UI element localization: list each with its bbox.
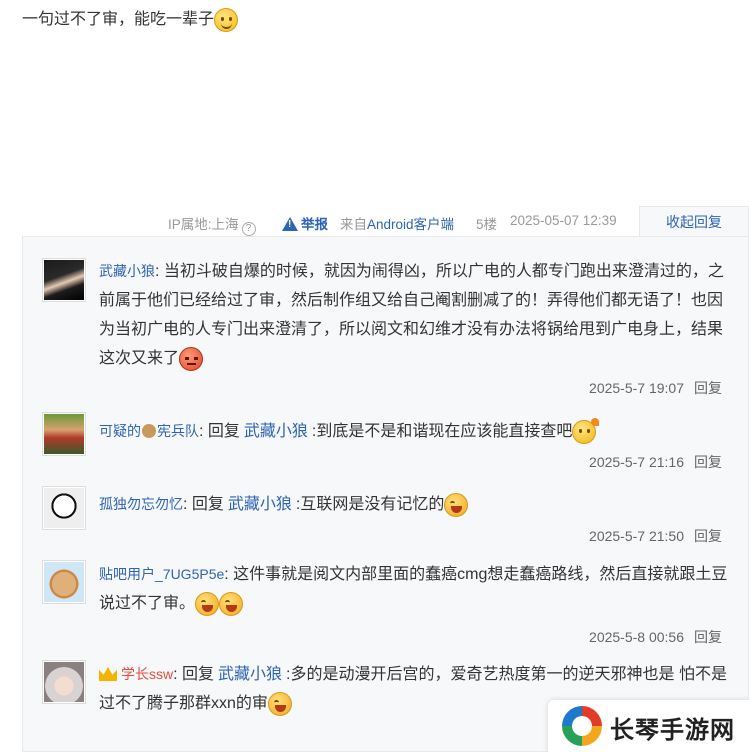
reply-button[interactable]: 回复 xyxy=(694,528,722,544)
post-text: 一句过不了审，能吃一辈子 xyxy=(22,11,215,29)
reply-text-block: 贴吧用户_7UG5P5e: 这件事就是阅文内部里面的蠢癌cmg想走蠢癌路线，然后… xyxy=(99,560,729,618)
post-content: 一句过不了审，能吃一辈子 xyxy=(22,8,239,32)
reply-time: 2025-5-8 00:56 xyxy=(589,629,684,645)
reply-target-link[interactable]: 武藏小狼 xyxy=(218,666,282,683)
reply-text-block: 武藏小狼: 当初斗破自爆的时候，就因为闹得凶，所以广电的人都专门跑出来澄清过的，… xyxy=(99,257,729,373)
thinking-emoji-icon xyxy=(572,417,600,444)
reply-button[interactable]: 回复 xyxy=(694,380,722,396)
laugh-emoji-icon xyxy=(195,591,220,616)
username-part: 可疑的 xyxy=(99,423,141,439)
reply-time-row: 2025-5-7 21:50 回复 xyxy=(589,526,722,546)
avatar[interactable] xyxy=(42,412,86,456)
reply-time-row: 2025-5-7 19:07 回复 xyxy=(589,378,722,398)
avatar[interactable] xyxy=(42,660,86,704)
reply-time-row: 2025-5-8 00:56 回复 xyxy=(589,627,722,647)
reply-keyword: 回复 xyxy=(191,496,224,513)
angry-emoji-icon xyxy=(179,346,204,371)
laugh-emoji-icon xyxy=(219,591,244,616)
report-link[interactable]: 举报 xyxy=(282,213,328,233)
collapse-replies-button[interactable]: 收起回复 xyxy=(639,206,749,238)
laugh-emoji-icon xyxy=(444,492,469,517)
vip-crown-icon xyxy=(99,667,117,681)
username-part: 宪兵队 xyxy=(157,423,199,439)
dog-icon xyxy=(142,424,156,438)
reply-keyword: 回复 xyxy=(207,423,240,440)
username-link[interactable]: 武藏小狼 xyxy=(99,263,155,279)
post-datetime: 2025-05-07 12:39 xyxy=(510,213,617,228)
reply-time: 2025-5-7 19:07 xyxy=(589,380,684,396)
ip-location-text: IP属地:上海 xyxy=(168,217,239,232)
username-link[interactable]: 学长ssw xyxy=(121,666,173,682)
avatar[interactable] xyxy=(42,258,86,302)
reply-text: :互联网是没有记忆的 xyxy=(295,496,445,513)
reply-button[interactable]: 回复 xyxy=(694,454,722,470)
username-link[interactable]: 贴吧用户_7UG5P5e xyxy=(99,566,224,582)
floor-number: 5楼 xyxy=(476,217,498,232)
android-client-link[interactable]: Android客户端 xyxy=(367,217,454,232)
help-icon[interactable]: ? xyxy=(241,222,256,236)
reply-text-block: 孤独勿忘勿忆: 回复 武藏小狼:互联网是没有记忆的 xyxy=(99,490,729,519)
avatar[interactable] xyxy=(42,560,86,604)
reply-time: 2025-5-7 21:16 xyxy=(589,454,684,470)
warning-icon xyxy=(282,217,298,231)
reply-time: 2025-5-7 21:50 xyxy=(589,528,684,544)
reply-button[interactable]: 回复 xyxy=(694,629,722,645)
post-meta-bar: IP属地:上海? 举报 来自Android客户端 5楼 2025-05-07 1… xyxy=(0,206,749,238)
reply-text-block: 可疑的 宪兵队: 回复 武藏小狼:到底是不是和谐现在应该能直接查吧 xyxy=(99,417,729,446)
reply-keyword: 回复 xyxy=(182,666,215,683)
reply-time-row: 2025-5-7 21:16 回复 xyxy=(589,452,722,472)
watermark: 长琴手游网 xyxy=(548,700,749,752)
avatar[interactable] xyxy=(42,486,86,530)
smile-emoji-icon xyxy=(214,8,239,32)
username-link[interactable]: 孤独勿忘勿忆 xyxy=(99,496,183,512)
laugh-emoji-icon xyxy=(267,691,292,716)
reply-target-link[interactable]: 武藏小狼 xyxy=(244,423,308,440)
ip-location: IP属地:上海? xyxy=(168,213,256,236)
username-link[interactable]: 可疑的 宪兵队 xyxy=(99,423,199,439)
site-logo-icon xyxy=(562,706,602,746)
watermark-text: 长琴手游网 xyxy=(610,717,735,744)
reply-list: 武藏小狼: 当初斗破自爆的时候，就因为闹得凶，所以广电的人都专门跑出来澄清过的，… xyxy=(22,236,749,752)
report-label: 举报 xyxy=(301,217,328,232)
reply-text: :到底是不是和谐现在应该能直接查吧 xyxy=(311,423,573,440)
reply-target-link[interactable]: 武藏小狼 xyxy=(228,496,292,513)
client-source: 来自Android客户端 xyxy=(340,217,455,232)
